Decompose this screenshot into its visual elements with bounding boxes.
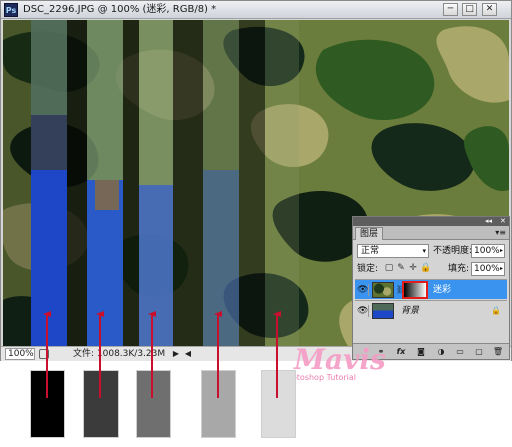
add-mask-icon[interactable]: ◙	[415, 346, 427, 358]
visibility-eye-icon[interactable]: 👁	[357, 284, 369, 296]
file-size-info: 文件: 1008.3K/3.23M	[73, 349, 166, 359]
visibility-eye-icon[interactable]: 👁	[357, 305, 369, 317]
fill-label: 填充:	[448, 264, 470, 274]
lock-label: 锁定:	[357, 264, 379, 274]
layer-name[interactable]: 迷彩	[433, 284, 451, 296]
adjustment-layer-icon[interactable]: ◑	[435, 346, 447, 358]
zoom-level-field[interactable]: 100%	[5, 348, 35, 360]
gray-swatch	[83, 370, 119, 438]
padlock-icon[interactable]: 🔒	[420, 263, 431, 274]
fx-icon[interactable]: fx	[395, 346, 407, 358]
photoshop-app-icon: Ps	[4, 3, 18, 17]
brush-lock-icon[interactable]: ✎	[396, 263, 406, 274]
link-layers-icon[interactable]: ⚭	[375, 346, 387, 358]
layers-panel: ◂◂ ✕ 图层 ▾≡ 正常 ▾ 不透明度: 100% ▸ 锁定: ▢ ✎ ✛ 🔒…	[352, 216, 510, 360]
blend-mode-value: 正常	[361, 246, 380, 256]
chevron-down-icon: ▾	[422, 247, 426, 255]
gray-swatch	[261, 370, 296, 438]
opacity-value: 100%	[474, 246, 500, 256]
minimize-button[interactable]: ─	[443, 3, 458, 16]
blend-mode-select[interactable]: 正常 ▾	[357, 244, 429, 258]
new-layer-icon[interactable]: ▢	[473, 346, 485, 358]
layer-row-background[interactable]: 👁 背景 🔒	[355, 300, 507, 320]
transparency-lock-icon[interactable]: ▢	[384, 263, 394, 274]
layer-thumbnail	[372, 303, 394, 319]
layer-mask-thumbnail[interactable]	[402, 281, 428, 299]
fill-field[interactable]: 100% ▸	[471, 262, 505, 276]
maximize-button[interactable]: □	[462, 3, 477, 16]
scroll-left-arrow-icon[interactable]: ◀	[183, 349, 193, 359]
gray-swatch	[201, 370, 236, 438]
chevron-right-icon[interactable]: ▸	[500, 245, 503, 257]
move-lock-icon[interactable]: ✛	[408, 263, 418, 274]
status-menu-arrow-icon[interactable]: ▶	[171, 349, 181, 359]
opacity-label: 不透明度:	[433, 246, 473, 256]
fill-value: 100%	[474, 264, 500, 274]
layer-thumbnail	[372, 282, 394, 298]
status-info-icon[interactable]	[39, 349, 49, 359]
layer-row-camo[interactable]: 👁 ⛓ 迷彩	[355, 279, 507, 299]
panel-bottom-toolbar: ⚭ fx ◙ ◑ ▭ ▢ 🗑	[353, 343, 509, 359]
document-title: DSC_2296.JPG @ 100% (迷彩, RGB/8) *	[23, 4, 217, 15]
panel-tabbar: 图层 ▾≡	[353, 226, 509, 240]
layer-name[interactable]: 背景	[401, 305, 419, 317]
panel-header-strip[interactable]: ◂◂ ✕	[353, 217, 509, 226]
trash-icon[interactable]: 🗑	[492, 346, 504, 358]
screenshot-root: Ps DSC_2296.JPG @ 100% (迷彩, RGB/8) * ─ □…	[0, 0, 512, 447]
padlock-icon: 🔒	[491, 306, 501, 315]
chevron-right-icon[interactable]: ▸	[500, 263, 503, 275]
collapse-panel-icon[interactable]: ◂◂	[485, 217, 492, 226]
tab-layers[interactable]: 图层	[355, 227, 384, 240]
close-panel-icon[interactable]: ✕	[500, 217, 506, 226]
panel-menu-icon[interactable]: ▾≡	[495, 228, 506, 238]
new-group-icon[interactable]: ▭	[454, 346, 466, 358]
close-button[interactable]: ✕	[482, 3, 497, 16]
gray-swatch	[136, 370, 171, 438]
window-titlebar[interactable]: Ps DSC_2296.JPG @ 100% (迷彩, RGB/8) * ─ □…	[1, 1, 511, 19]
gray-swatch	[30, 370, 65, 438]
opacity-field[interactable]: 100% ▸	[471, 244, 505, 258]
